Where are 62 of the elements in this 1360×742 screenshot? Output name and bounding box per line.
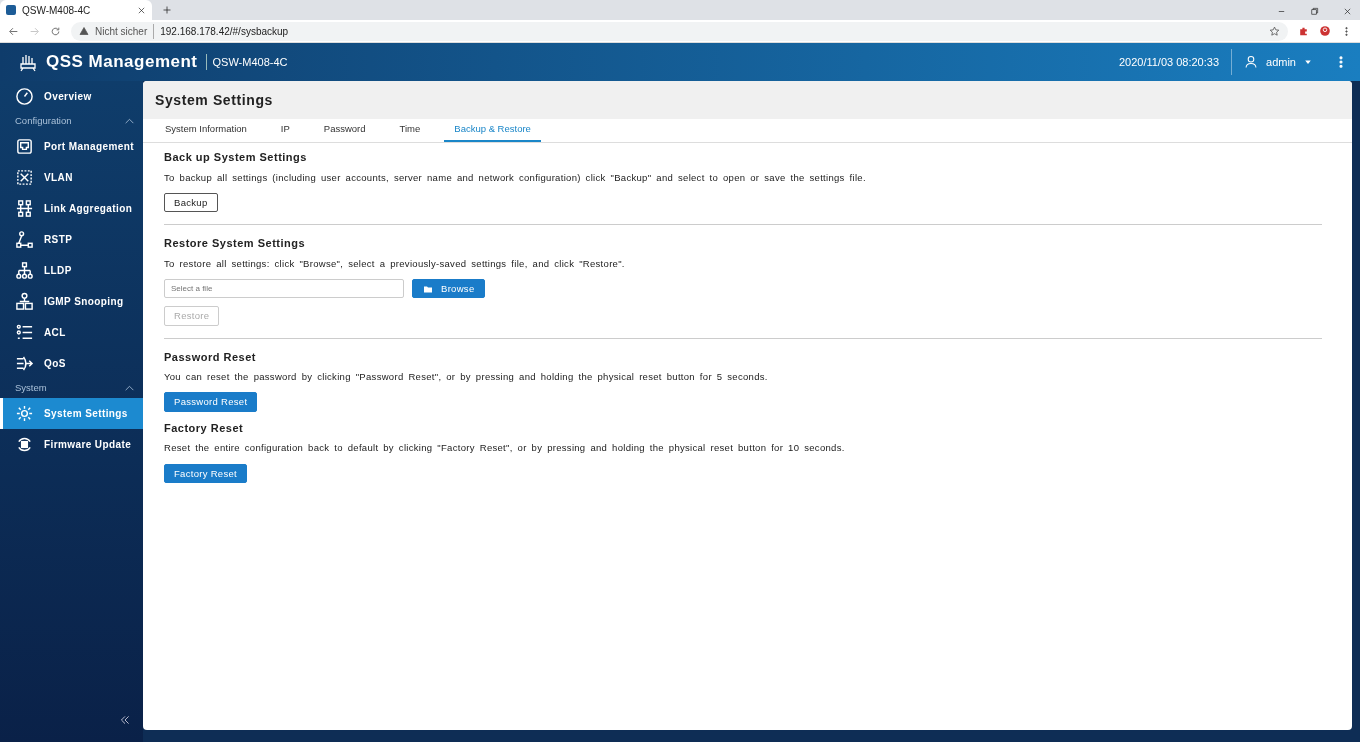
file-field[interactable]: Select a file [164, 278, 404, 298]
reload-icon[interactable] [50, 25, 61, 37]
restore-icon[interactable] [1310, 7, 1319, 16]
section-title: Factory Reset [164, 420, 245, 436]
group-icon [15, 292, 34, 311]
user-icon [1244, 55, 1259, 69]
sidebar-item[interactable]: QoS [0, 348, 143, 379]
tab[interactable]: Time [389, 119, 431, 142]
star-icon[interactable] [1269, 25, 1280, 37]
description: You can reset the password by clicking "Password Reset", or by pressing and holding the physical reset button for 5 seconds. [164, 370, 769, 385]
device-name: QSW-M408-4C [205, 53, 288, 71]
tab[interactable]: Password [313, 119, 376, 142]
app-title: QSS Management [46, 51, 198, 74]
user-menu[interactable]: admin [1231, 49, 1318, 75]
sidebar-item[interactable]: Link Aggregation [0, 193, 143, 224]
sidebar-item[interactable]: Firmware Update [0, 429, 143, 460]
sidebar-item[interactable]: Port Management [0, 131, 143, 162]
sidebar-item[interactable]: Overview [0, 81, 143, 112]
security-label: Nicht sicher [95, 24, 148, 39]
tab[interactable]: Backup & Restore [444, 119, 541, 142]
outline-button[interactable]: Backup [164, 192, 218, 213]
hierarchy-icon [15, 261, 34, 280]
date-time: 2020/11/03 08:20:33 [1118, 54, 1220, 70]
arrows-icon [15, 354, 34, 373]
close-icon[interactable] [1343, 7, 1352, 16]
section-label: System [15, 381, 47, 396]
back-icon[interactable] [8, 25, 19, 37]
port-icon [15, 137, 34, 156]
section-title: Restore System Settings [164, 236, 307, 252]
action-button[interactable]: Password Reset [164, 392, 258, 412]
logo-icon [18, 52, 38, 72]
description: To restore all settings: click "Browse", select a previously-saved settings file, and click "Restore". [164, 256, 626, 271]
url-field[interactable]: 192.168.178.42/#/sysbackup [153, 23, 289, 39]
sidebar-item[interactable]: VLAN [0, 162, 143, 193]
action-button[interactable]: Factory Reset [164, 463, 248, 483]
plus-icon[interactable] [162, 5, 172, 15]
favicon-icon [6, 5, 16, 15]
page-title: System Settings [143, 81, 1352, 119]
caret-icon [1304, 58, 1312, 66]
section-title: Password Reset [164, 349, 257, 365]
warning-icon [79, 26, 89, 36]
browse-button[interactable]: Browse [412, 278, 486, 299]
section-title: Back up System Settings [164, 150, 308, 165]
puzzle-icon[interactable] [1298, 25, 1309, 37]
network-icon [15, 199, 34, 218]
sidebar-item[interactable]: RSTP [0, 224, 143, 255]
grid-icon [15, 168, 34, 187]
tree-icon [15, 230, 34, 249]
profile-icon[interactable] [1319, 25, 1331, 37]
description: To backup all settings (including user accounts, server name and network configuration) click "Backup" and select to open or save the settings file. [164, 170, 867, 185]
sidebar-item[interactable]: IGMP Snooping [0, 286, 143, 317]
sidebar-item[interactable]: System Settings [0, 398, 143, 429]
tab[interactable]: IP [270, 119, 300, 142]
description: Reset the entire configuration back to default by clicking "Factory Reset", or by pressing and holding the physical reset button for 10 seconds. [164, 441, 846, 456]
gauge-icon [15, 87, 34, 106]
sidebar-item[interactable]: ACL [0, 317, 143, 348]
close-icon[interactable] [137, 5, 146, 15]
tab[interactable]: System Information [155, 119, 257, 142]
section-label: Configuration [15, 114, 72, 129]
sidebar-item[interactable]: LLDP [0, 255, 143, 286]
list-icon [15, 323, 34, 342]
collapse-icon[interactable] [119, 714, 131, 726]
